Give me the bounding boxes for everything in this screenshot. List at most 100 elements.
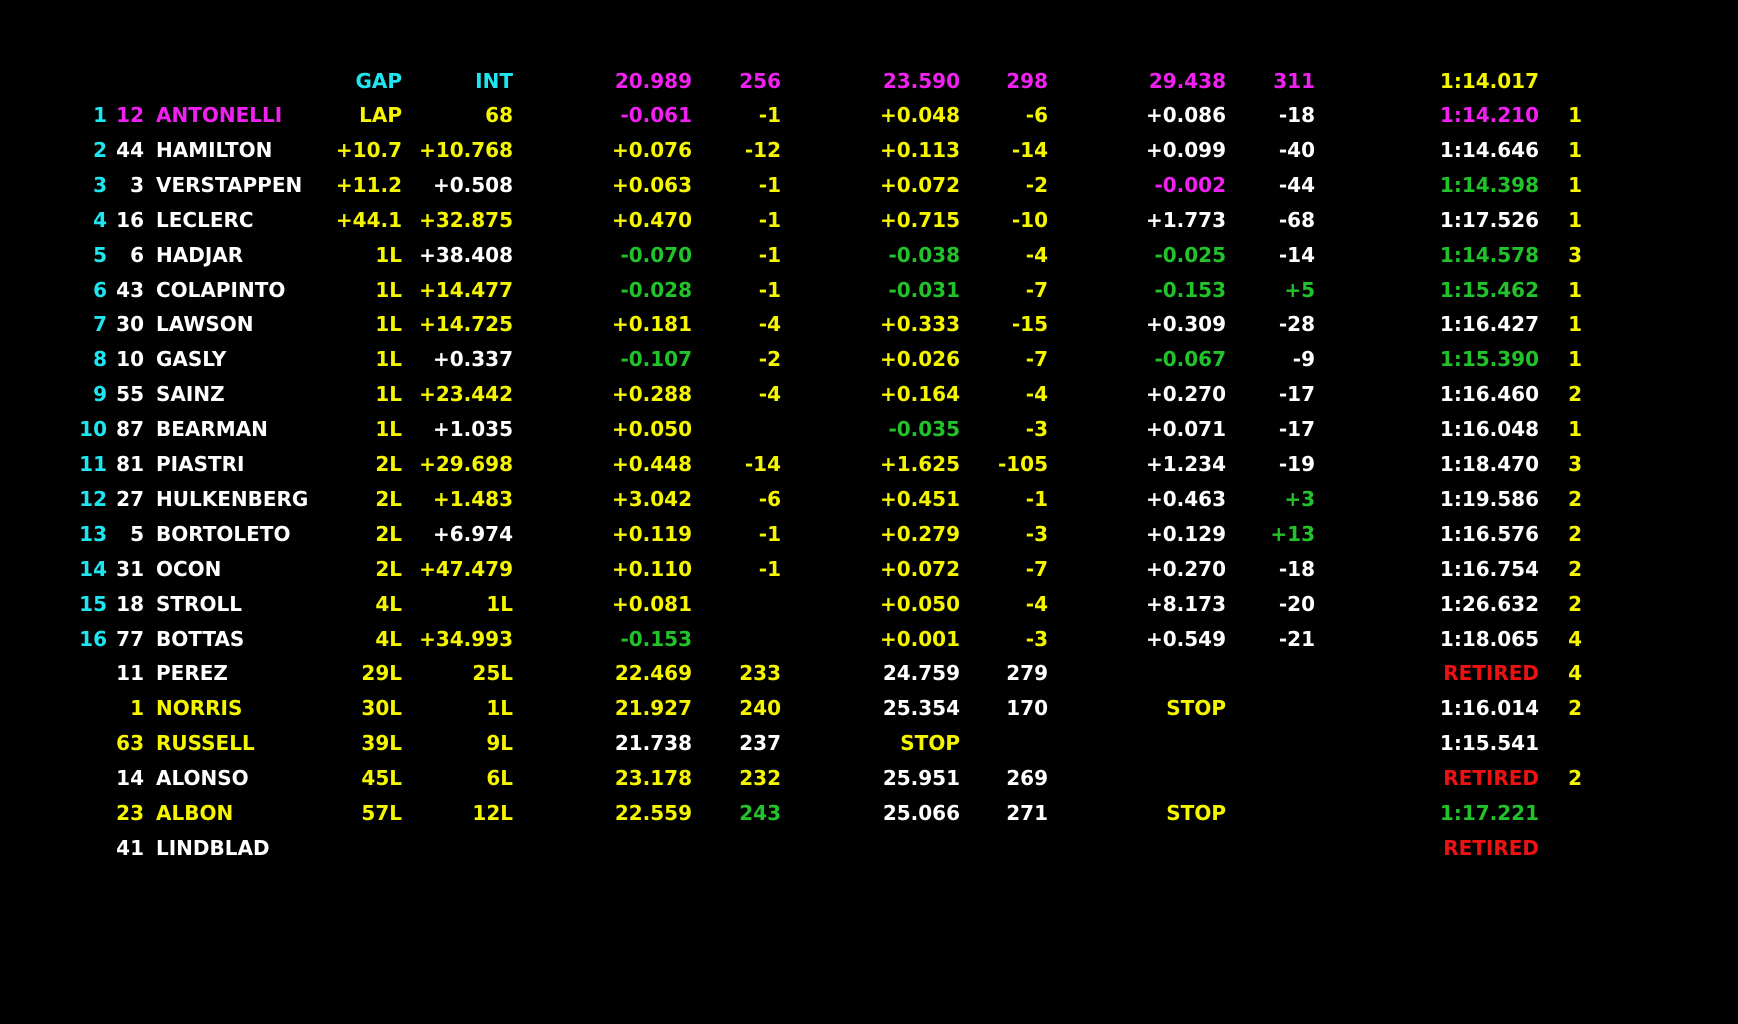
sector1-time: -0.107	[620, 347, 692, 372]
sector2-time: +0.113	[879, 137, 960, 162]
interval-value: 1L	[486, 696, 513, 721]
position: 5	[93, 242, 107, 267]
sector3-time: +0.270	[1145, 556, 1226, 581]
sector2-time	[850, 831, 960, 865]
interval-value: +14.725	[419, 312, 513, 337]
car-number: 63	[116, 731, 144, 756]
position: 4	[93, 207, 107, 232]
lap-time: RETIRED	[1443, 835, 1539, 860]
car-number: 1	[130, 696, 144, 721]
interval-value: +1.035	[432, 417, 513, 442]
sector2-time: +0.048	[879, 103, 960, 127]
sector2-delta: -2	[1025, 172, 1048, 197]
gap-value: 1L	[375, 417, 402, 442]
pit-count	[1560, 831, 1582, 865]
timing-board: GAP INT 20.989 256 23.590 298 29.438 311…	[0, 0, 1738, 1024]
interval-value: +29.698	[419, 452, 513, 476]
sector3-time: +0.463	[1145, 486, 1226, 511]
gap-value: 1L	[375, 277, 402, 302]
car-number: 11	[116, 661, 144, 686]
sector1-time: +0.470	[611, 207, 692, 232]
lap-time: 1:14.398	[1439, 172, 1539, 197]
car-number: 31	[116, 556, 144, 581]
sector1-delta: -1	[758, 172, 781, 197]
sector2-delta: 271	[1006, 801, 1048, 825]
sector2-time: STOP	[900, 731, 960, 756]
sector2-time: 25.951	[882, 766, 960, 791]
position: 11	[79, 452, 107, 476]
sector3-delta: -68	[1278, 207, 1315, 232]
car-number: 12	[116, 103, 144, 127]
gap-value	[300, 831, 402, 865]
sector2-time: +0.072	[879, 172, 960, 197]
sector2-time: 25.354	[882, 696, 960, 721]
sector2-delta	[970, 726, 1048, 760]
sector1-time: -0.153	[620, 626, 692, 651]
interval-value: +32.875	[419, 207, 513, 232]
table-row: 2 44 HAMILTON +10.7 +10.768 +0.076 -12 +0.113 -1…	[0, 133, 1738, 167]
sector3-delta	[1250, 796, 1315, 830]
sector3-time: -0.153	[1154, 277, 1226, 302]
sector1-delta: -4	[758, 312, 781, 337]
table-row: 3 3 VERSTAPPEN +11.2 +0.508 +0.063 -1 +0.072 -2-…	[0, 168, 1738, 202]
gap-value: 2L	[375, 486, 402, 511]
pit-count: 2	[1568, 382, 1582, 407]
lap-time: 1:17.221	[1439, 801, 1539, 825]
sector2-delta: -14	[1011, 137, 1048, 162]
gap-value: 2L	[375, 452, 402, 476]
interval-value: 6L	[486, 766, 513, 791]
car-number: 18	[116, 591, 144, 616]
pit-count: 2	[1568, 521, 1582, 546]
sector1-delta: -1	[758, 277, 781, 302]
s3-best-header: 29.438	[1148, 69, 1226, 93]
pit-count: 1	[1568, 277, 1582, 302]
pit-count	[1560, 726, 1582, 760]
interval-value: +0.337	[432, 347, 513, 372]
sector3-time: +0.309	[1145, 312, 1226, 337]
sector2-time: +1.625	[879, 452, 960, 476]
sector3-delta	[1250, 831, 1315, 865]
sector1-time: +0.119	[611, 521, 692, 546]
gap-value: 1L	[375, 347, 402, 372]
car-number: 23	[116, 801, 144, 825]
interval-value: +14.477	[419, 277, 513, 302]
sector1-time: +0.050	[611, 417, 692, 442]
lap-time: RETIRED	[1443, 766, 1539, 791]
sector3-delta: -44	[1278, 172, 1315, 197]
pit-count: 1	[1568, 347, 1582, 372]
car-number: 41	[116, 835, 144, 860]
gap-value: 4L	[375, 626, 402, 651]
position: 3	[93, 172, 107, 197]
sector3-delta: -28	[1278, 312, 1315, 337]
pit-count: 4	[1568, 661, 1582, 686]
position: 6	[93, 277, 107, 302]
sector2-delta: -105	[997, 452, 1048, 476]
lap-time: 1:16.460	[1439, 382, 1539, 407]
sector1-time: -0.070	[620, 242, 692, 267]
sector2-delta: -3	[1025, 521, 1048, 546]
position	[60, 726, 107, 760]
sector1-time: +3.042	[611, 486, 692, 511]
sector1-delta	[710, 622, 781, 656]
table-row: 11 81 PIASTRI 2L +29.698 +0.448 -14 +1.625 -105 +…	[0, 447, 1738, 481]
position	[60, 656, 107, 690]
lap-time: 1:16.048	[1439, 417, 1539, 442]
sector2-time: -0.031	[888, 277, 960, 302]
sector1-time: 21.738	[614, 731, 692, 756]
gap-value: +44.1	[335, 207, 402, 232]
s2-best-header: 23.590	[882, 69, 960, 93]
sector3-time: +1.234	[1145, 452, 1226, 476]
sector3-time: -0.025	[1154, 242, 1226, 267]
sector1-delta: 232	[739, 766, 781, 791]
sector2-delta: -3	[1025, 626, 1048, 651]
lap-time: 1:15.390	[1439, 347, 1539, 372]
car-number: 55	[116, 382, 144, 407]
sector2-delta: -3	[1025, 417, 1048, 442]
s2-speed-header: 298	[1006, 69, 1048, 93]
table-row: 4 16 LECLERC +44.1 +32.875 +0.470 -1 +0.715 -10 +…	[0, 203, 1738, 237]
sector3-time: +0.270	[1145, 382, 1226, 407]
lap-time: 1:16.576	[1439, 521, 1539, 546]
sector1-time: -0.061	[620, 103, 692, 127]
sector2-time: -0.038	[888, 242, 960, 267]
position: 7	[93, 312, 107, 337]
